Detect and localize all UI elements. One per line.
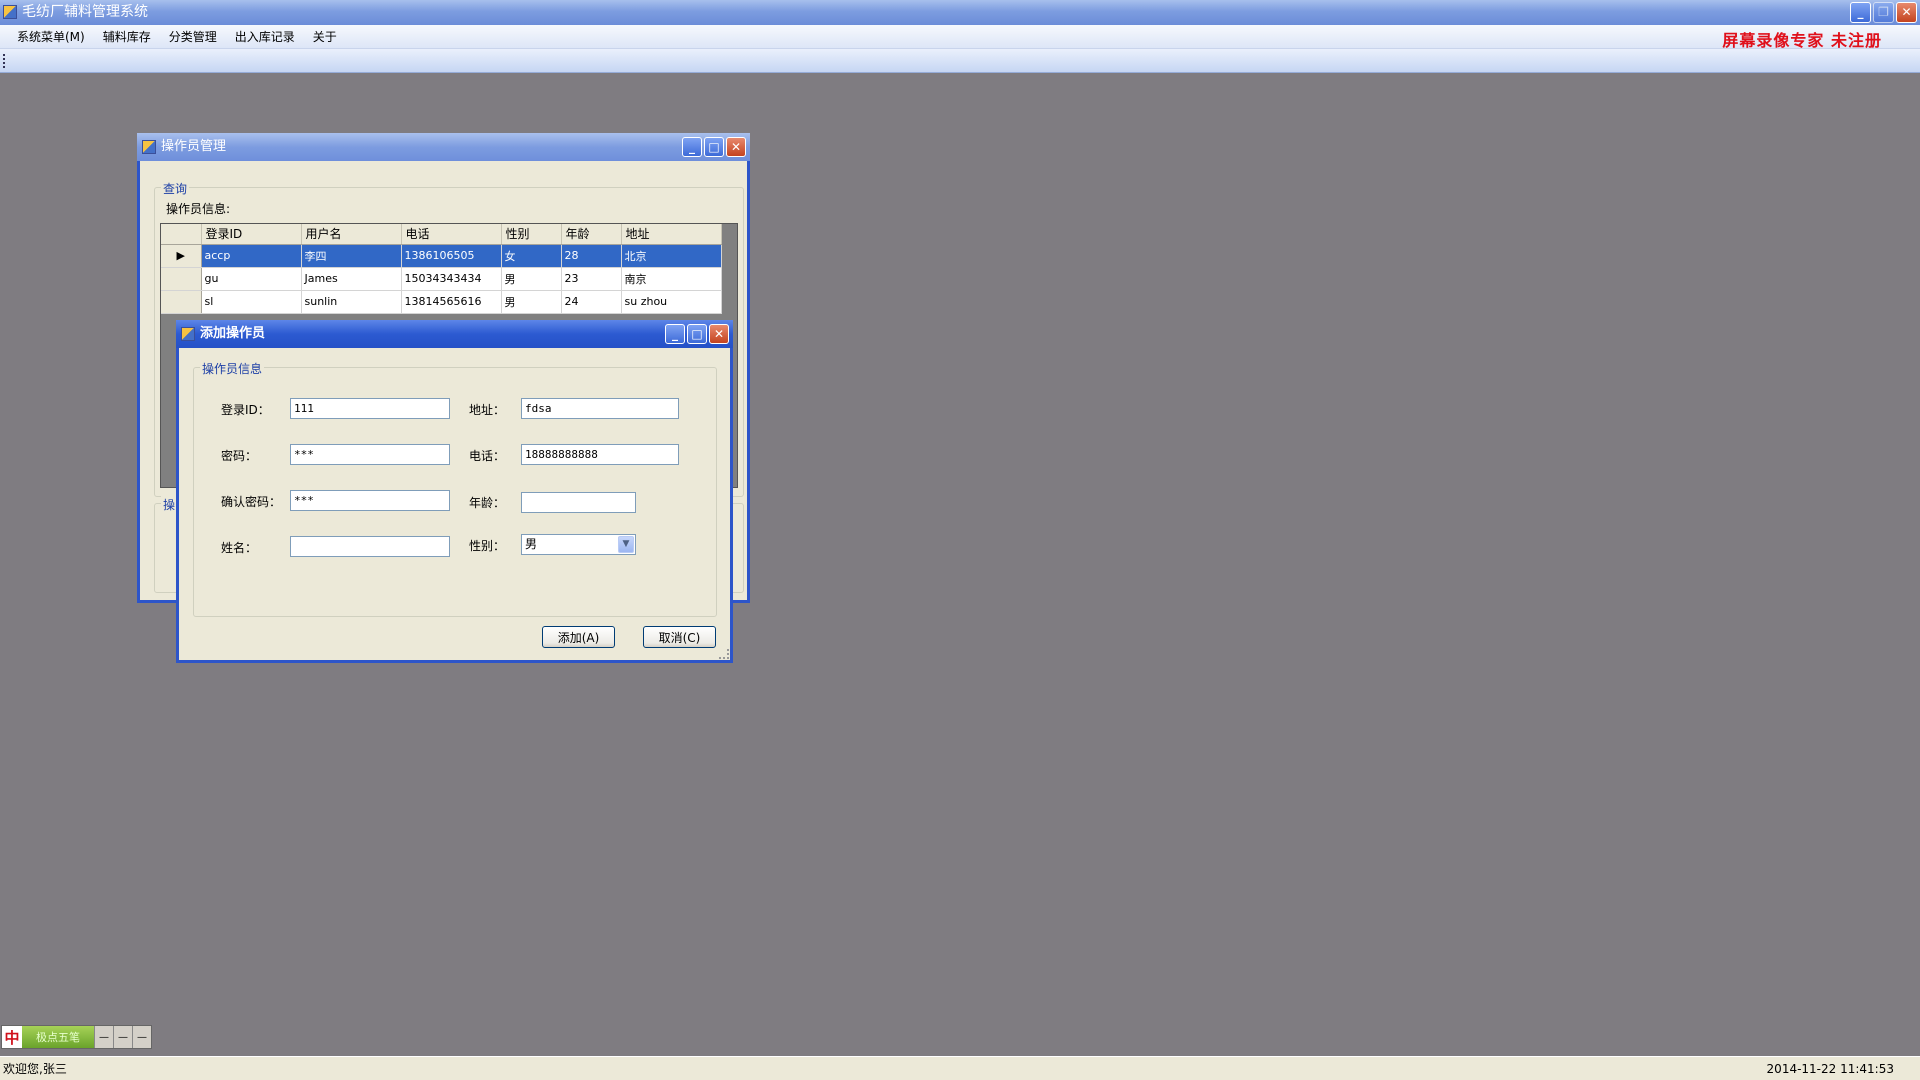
login-id-input[interactable]: 111: [290, 398, 450, 419]
column-header-phone[interactable]: 电话: [401, 224, 502, 245]
cell-login-id[interactable]: gu: [201, 267, 302, 291]
cell-phone[interactable]: 13814565616: [401, 290, 502, 314]
cell-age[interactable]: 28: [561, 244, 622, 268]
close-button[interactable]: ✕: [1896, 2, 1917, 23]
chevron-down-icon[interactable]: ▼: [618, 536, 634, 553]
gender-label: 性别：: [469, 539, 506, 553]
app-window-buttons: _ ❐ ✕: [1850, 2, 1917, 23]
resize-grip-icon[interactable]: [719, 649, 729, 659]
password-label: 密码：: [221, 449, 258, 463]
menu-material-stock[interactable]: 辅料库存: [94, 25, 160, 49]
age-input[interactable]: [521, 492, 636, 513]
cell-username[interactable]: sunlin: [301, 290, 402, 314]
name-input[interactable]: [290, 536, 450, 557]
menu-about[interactable]: 关于: [304, 25, 346, 49]
ime-option-button[interactable]: —: [132, 1026, 151, 1048]
cell-phone[interactable]: 1386106505: [401, 244, 502, 268]
row-header-corner: [161, 224, 202, 245]
cell-age[interactable]: 24: [561, 290, 622, 314]
toolbar-grip-icon[interactable]: [3, 54, 5, 68]
cell-gender[interactable]: 男: [501, 267, 562, 291]
age-label: 年龄：: [469, 496, 506, 510]
status-bar: 欢迎您,张三 2014-11-22 11:41:53: [0, 1056, 1920, 1080]
gender-select-value: 男: [525, 537, 538, 551]
cell-login-id[interactable]: sl: [201, 290, 302, 314]
address-label: 地址：: [469, 403, 506, 417]
table-row[interactable]: sl sunlin 13814565616 男 24 su zhou: [161, 290, 722, 314]
cell-phone[interactable]: 15034343434: [401, 267, 502, 291]
cell-login-id[interactable]: accp: [201, 244, 302, 268]
row-selected-indicator-icon[interactable]: ▶: [161, 244, 202, 268]
table-row[interactable]: gu James 15034343434 男 23 南京: [161, 267, 722, 291]
cell-gender[interactable]: 男: [501, 290, 562, 314]
password-input[interactable]: ***: [290, 444, 450, 465]
app-title-bar[interactable]: 毛纺厂辅料管理系统 _ ❐ ✕: [0, 0, 1920, 25]
operator-window-title-bar[interactable]: 操作员管理 _ □ ✕: [137, 133, 750, 161]
address-input[interactable]: fdsa: [521, 398, 679, 419]
cell-age[interactable]: 23: [561, 267, 622, 291]
cancel-button[interactable]: 取消(C): [643, 626, 716, 648]
row-header[interactable]: [161, 267, 202, 291]
column-header-gender[interactable]: 性别: [501, 224, 562, 245]
operator-window-title: 操作员管理: [161, 139, 227, 154]
table-header-row: 登录ID 用户名 电话 性别 年龄 地址: [161, 224, 722, 245]
minimize-button[interactable]: _: [682, 137, 702, 157]
cell-address[interactable]: 南京: [621, 267, 722, 291]
toolbar: [0, 49, 1920, 73]
gender-select[interactable]: 男 ▼: [521, 534, 636, 555]
menu-bar: 系统菜单(M) 辅料库存 分类管理 出入库记录 关于 屏幕录像专家 未注册: [0, 25, 1920, 50]
operator-table: 登录ID 用户名 电话 性别 年龄 地址 ▶ accp 李四 138610650…: [161, 224, 722, 314]
ime-logo-icon[interactable]: 中: [2, 1026, 22, 1048]
cell-username[interactable]: James: [301, 267, 402, 291]
window-icon: [142, 140, 156, 154]
dialog-title: 添加操作员: [200, 326, 266, 341]
ime-toolbar: 中 极点五笔 — — —: [1, 1025, 152, 1049]
operator-window-buttons: _ □ ✕: [682, 137, 746, 157]
cell-username[interactable]: 李四: [301, 244, 402, 268]
maximize-button[interactable]: □: [687, 324, 707, 344]
operations-group-legend: 操: [161, 496, 178, 513]
row-header[interactable]: [161, 290, 202, 314]
cell-address[interactable]: 北京: [621, 244, 722, 268]
ime-option-button[interactable]: —: [113, 1026, 132, 1048]
cell-address[interactable]: su zhou: [621, 290, 722, 314]
maximize-button[interactable]: □: [704, 137, 724, 157]
add-button[interactable]: 添加(A): [542, 626, 615, 648]
menu-inout-records[interactable]: 出入库记录: [226, 25, 304, 49]
app-icon: [3, 5, 17, 19]
close-button[interactable]: ✕: [709, 324, 729, 344]
minimize-button[interactable]: _: [665, 324, 685, 344]
window-icon: [181, 327, 195, 341]
phone-input[interactable]: 18888888888: [521, 444, 679, 465]
operator-info-group-legend: 操作员信息: [200, 360, 265, 377]
ime-mode-label[interactable]: 极点五笔: [22, 1026, 94, 1048]
phone-label: 电话：: [469, 449, 506, 463]
datetime-status: 2014-11-22 11:41:53: [1766, 1062, 1894, 1076]
column-header-age[interactable]: 年龄: [561, 224, 622, 245]
column-header-address[interactable]: 地址: [621, 224, 722, 245]
operator-info-label: 操作员信息:: [166, 202, 231, 216]
menu-system[interactable]: 系统菜单(M): [8, 25, 94, 49]
column-header-login-id[interactable]: 登录ID: [201, 224, 302, 245]
menu-category[interactable]: 分类管理: [160, 25, 226, 49]
recorder-watermark: 屏幕录像专家 未注册: [1722, 31, 1882, 50]
confirm-password-input[interactable]: ***: [290, 490, 450, 511]
column-header-username[interactable]: 用户名: [301, 224, 402, 245]
query-group-legend: 查询: [161, 180, 190, 197]
minimize-button[interactable]: _: [1850, 2, 1871, 23]
ime-option-button[interactable]: —: [94, 1026, 113, 1048]
add-operator-dialog: 添加操作员 _ □ ✕ 操作员信息 登录ID： 111 密码： *** 确认密码…: [176, 320, 733, 663]
restore-button[interactable]: ❐: [1873, 2, 1894, 23]
cell-gender[interactable]: 女: [501, 244, 562, 268]
welcome-status: 欢迎您,张三: [3, 1062, 67, 1076]
login-id-label: 登录ID：: [221, 403, 270, 417]
dialog-title-bar[interactable]: 添加操作员 _ □ ✕: [176, 320, 733, 348]
app-title: 毛纺厂辅料管理系统: [22, 4, 148, 20]
confirm-password-label: 确认密码：: [221, 495, 282, 509]
table-row[interactable]: ▶ accp 李四 1386106505 女 28 北京: [161, 244, 722, 268]
close-button[interactable]: ✕: [726, 137, 746, 157]
dialog-window-buttons: _ □ ✕: [665, 324, 729, 344]
name-label: 姓名：: [221, 541, 258, 555]
